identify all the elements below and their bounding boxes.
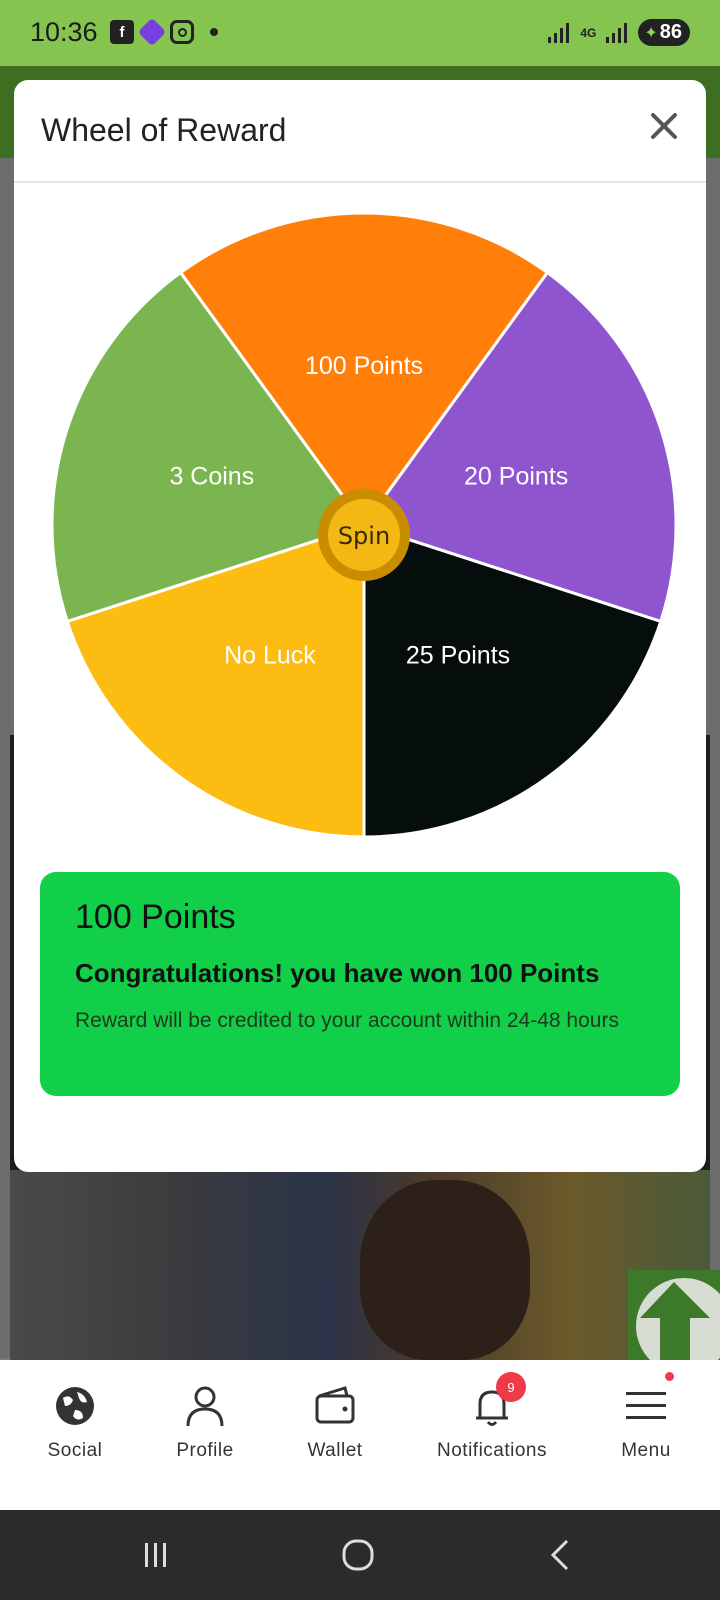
user-icon (183, 1384, 227, 1428)
instagram-icon (170, 20, 194, 44)
nav-notifications-label: Notifications (437, 1440, 547, 1461)
app-icon (137, 17, 167, 47)
signal-icon (548, 22, 570, 43)
network-type: 4G (580, 25, 597, 40)
wheel-segment-label: 3 Coins (169, 463, 254, 491)
result-note: Reward will be credited to your account … (75, 1009, 619, 1032)
spin-label: Spin (338, 522, 390, 550)
menu-alert-dot (665, 1372, 674, 1381)
wallet-icon (313, 1384, 357, 1428)
nav-menu-label: Menu (621, 1440, 671, 1461)
nav-wallet[interactable]: Wallet (265, 1384, 405, 1474)
scroll-top-button[interactable] (628, 1270, 720, 1374)
nav-social[interactable]: Social (5, 1384, 145, 1474)
globe-icon (53, 1384, 97, 1428)
wheel-segment-label: 25 Points (406, 641, 510, 669)
wheel-segment-label: 100 Points (305, 352, 423, 380)
system-nav-bar (0, 1510, 720, 1600)
more-notifications-dot (210, 28, 218, 36)
hamburger-icon (624, 1372, 674, 1428)
home-icon (342, 1539, 374, 1571)
back-button[interactable] (530, 1535, 590, 1575)
leaf-icon: ✦ (644, 24, 658, 42)
close-button[interactable] (644, 106, 684, 146)
nav-wallet-label: Wallet (307, 1440, 363, 1461)
nav-menu[interactable]: Menu (576, 1372, 716, 1474)
arrow-up-icon (640, 1282, 710, 1362)
result-title: 100 Points (75, 898, 236, 936)
wheel-segment-label: No Luck (224, 641, 316, 669)
close-icon (651, 113, 677, 139)
battery-indicator: ✦ 86 (638, 19, 690, 46)
status-time: 10:36 (30, 17, 98, 47)
nav-profile-label: Profile (176, 1440, 234, 1461)
nav-social-label: Social (47, 1440, 103, 1461)
notification-badge: 9 (496, 1372, 526, 1402)
nav-profile[interactable]: Profile (135, 1384, 275, 1474)
battery-level: 86 (659, 21, 682, 43)
spin-button[interactable]: Spin (318, 489, 410, 581)
bell-icon: 9 (470, 1372, 526, 1428)
recents-button[interactable] (126, 1535, 186, 1575)
nav-notifications[interactable]: 9 Notifications (422, 1372, 562, 1474)
back-icon (550, 1539, 569, 1571)
reward-wheel[interactable]: 100 Points 20 Points 25 Points No Luck 3 Coi… (44, 205, 684, 845)
status-bar: 10:36 f 4G ✦ 86 (0, 0, 720, 66)
result-message: Congratulations! you have won 100 Points (75, 958, 600, 988)
home-button[interactable] (328, 1535, 388, 1575)
wheel-dialog: Wheel of Reward 100 Points 20 Points 25 Po… (14, 80, 706, 1172)
recents-icon (145, 1543, 166, 1567)
dialog-divider (14, 181, 706, 183)
person-photo (360, 1180, 530, 1360)
facebook-icon: f (110, 20, 134, 44)
bottom-nav: Social Profile Wallet 9 Notifications Me… (0, 1360, 720, 1510)
notification-icons: f (110, 17, 218, 47)
signal-icon-2 (606, 22, 628, 43)
result-card: 100 Points Congratulations! you have won… (40, 872, 680, 1096)
dialog-title: Wheel of Reward (41, 112, 287, 148)
wheel-segment-label: 20 Points (464, 463, 568, 491)
